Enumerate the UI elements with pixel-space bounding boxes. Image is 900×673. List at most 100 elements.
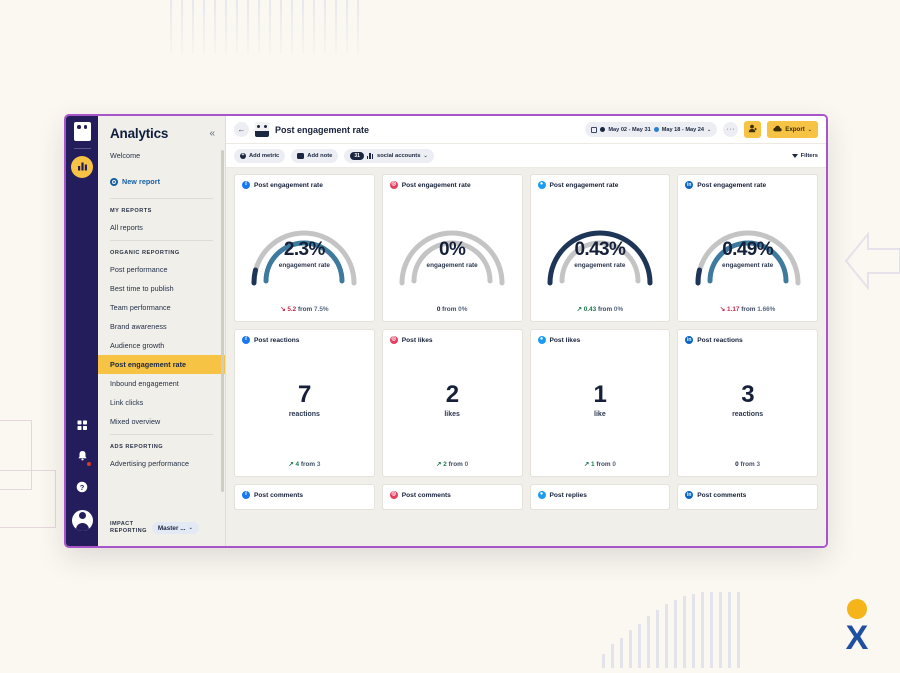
sidebar-item-new-report[interactable]: New report	[98, 168, 225, 195]
top-toolbar: ← Post engagement rate May 02 - May 31 M…	[226, 116, 826, 144]
grid-apps-icon	[77, 418, 88, 436]
sidebar-section-organic-reporting: ORGANIC REPORTING	[110, 250, 180, 256]
add-note-label: Add note	[307, 152, 333, 159]
sidebar-item-welcome[interactable]: Welcome	[98, 149, 225, 168]
impact-heading-line-1: IMPACT	[110, 520, 134, 527]
card-title: Post engagement rate	[549, 181, 619, 189]
more-options-button[interactable]: ···	[723, 122, 739, 137]
card-title: Post engagement rate	[254, 181, 323, 189]
sidebar-item-inbound-engagement[interactable]: Inbound engagement	[98, 374, 225, 393]
sidebar-item-team-performance[interactable]: Team performance	[98, 298, 225, 317]
sidebar-item-link-clicks[interactable]: Link clicks	[98, 393, 225, 412]
add-metric-button[interactable]: + Add metric	[234, 148, 286, 163]
card-trend: 0 from 3	[685, 461, 810, 470]
number-card-row: f Post reactions 7 reactions ↗ 4 from 3	[234, 329, 818, 477]
sidebar-item-brand-awareness[interactable]: Brand awareness	[98, 317, 225, 336]
back-arrow-icon: ←	[237, 125, 246, 134]
card-title: Post engagement rate	[401, 181, 471, 189]
metric-card-instagram-post-likes[interactable]: ◎ Post likes 2 likes ↗ 2 from 0	[381, 329, 523, 477]
stripes-decoration-top	[170, 0, 360, 54]
sidebar-item-post-engagement-rate[interactable]: Post engagement rate	[98, 355, 225, 374]
metric-card-linkedin-post-comments[interactable]: in Post comments	[677, 484, 818, 510]
export-label: Export	[785, 126, 805, 133]
sidebar-item-best-time-to-publish[interactable]: Best time to publish	[98, 279, 225, 298]
card-title: Post likes	[401, 336, 433, 344]
linkedin-icon: in	[685, 491, 694, 499]
note-icon	[297, 152, 305, 159]
metric-card-twitter-post-replies[interactable]: ● Post replies	[529, 484, 671, 510]
linkedin-icon: in	[685, 181, 694, 189]
social-accounts-selector[interactable]: 31 social accounts ⌄	[344, 148, 434, 163]
plus-icon: +	[240, 152, 246, 159]
card-header: in Post engagement rate	[685, 181, 810, 189]
gauge-value: 0.43%	[574, 238, 626, 260]
sidebar-section-ads-reporting: ADS REPORTING	[110, 444, 164, 450]
metric-unit-label: reactions	[732, 411, 764, 418]
share-button[interactable]	[744, 121, 762, 138]
metric-card-instagram-post-comments[interactable]: ◎ Post comments	[381, 484, 523, 510]
main-panel: ← Post engagement rate May 02 - May 31 M…	[226, 116, 826, 546]
metric-card-linkedin-post-reactions[interactable]: in Post reactions 3 reactions 0 from 3	[677, 329, 818, 477]
rail-item-analytics[interactable]	[71, 156, 93, 178]
metric-unit-label: reactions	[288, 410, 320, 418]
facebook-icon: f	[242, 336, 250, 344]
app-window: ? Analytics « Welcome New report MY REPO…	[64, 114, 828, 548]
sidebar-item-audience-growth[interactable]: Audience growth	[98, 336, 225, 355]
sidebar-item-advertising-performance[interactable]: Advertising performance	[98, 454, 225, 473]
rail-item-apps[interactable]	[71, 416, 93, 438]
filters-label: Filters	[800, 152, 818, 159]
gauge-unit-label: engagement rate	[722, 261, 774, 269]
sidebar-item-all-reports[interactable]: All reports	[98, 218, 225, 237]
metric-card-linkedin-engagement-rate[interactable]: in Post engagement rate 0.49% engagement…	[677, 174, 818, 322]
card-title: Post replies	[549, 491, 587, 499]
metric-card-twitter-engagement-rate[interactable]: ● Post engagement rate 0.43% engagement …	[529, 174, 671, 322]
number-value-group: 3 reactions	[685, 344, 810, 461]
owl-logo-icon[interactable]	[73, 122, 91, 141]
instagram-icon: ◎	[389, 491, 398, 499]
metric-card-instagram-engagement-rate[interactable]: ◎ Post engagement rate 0% engagement rat…	[381, 174, 523, 322]
trend-from-value: 0	[612, 461, 616, 468]
card-trend: ↗ 1 from 0	[538, 460, 663, 470]
sidebar-item-new-report-label: New report	[122, 177, 161, 186]
gauge-value: 2.3%	[283, 238, 326, 260]
card-header: f Post reactions	[242, 336, 367, 344]
filters-button[interactable]: Filters	[791, 152, 818, 159]
add-note-button[interactable]: Add note	[291, 148, 339, 163]
card-header: ● Post replies	[537, 491, 663, 499]
card-title: Post likes	[549, 336, 581, 344]
sidebar-item-mixed-overview[interactable]: Mixed overview	[98, 412, 225, 431]
metric-card-facebook-post-reactions[interactable]: f Post reactions 7 reactions ↗ 4 from 3	[234, 329, 375, 477]
back-button[interactable]: ←	[234, 122, 249, 137]
metric-value: 1	[593, 380, 607, 408]
gauge: 0.43% engagement rate	[538, 189, 663, 305]
trend-from-value: 0%	[458, 306, 468, 313]
date-range-selector[interactable]: May 02 - May 31 May 18 - May 24 ⌄	[585, 122, 718, 137]
sidebar-item-post-performance[interactable]: Post performance	[98, 260, 225, 279]
metric-card-facebook-post-comments[interactable]: f Post comments	[234, 484, 375, 510]
metric-card-facebook-engagement-rate[interactable]: f Post engagement rate 2.3% engagement r…	[234, 174, 375, 322]
svg-text:?: ?	[80, 483, 85, 492]
gauge: 2.3% engagement rate	[242, 189, 367, 305]
trend-from-word: from	[298, 306, 313, 313]
rail-item-profile[interactable]	[71, 509, 93, 531]
chevron-down-icon: ⌄	[706, 126, 712, 133]
impact-master-dropdown[interactable]: Master ... ⌄	[151, 522, 199, 535]
sidebar-collapse-button[interactable]: «	[209, 128, 215, 139]
card-title: Post comments	[697, 491, 747, 499]
card-trend: ↗ 4 from 3	[242, 460, 367, 470]
filter-funnel-icon	[791, 153, 798, 158]
card-title: Post reactions	[254, 336, 300, 344]
sidebar-scrollbar[interactable]	[221, 150, 224, 492]
stripes-decoration-bottom	[600, 592, 770, 668]
box-decoration-left-1	[0, 420, 32, 490]
card-header: f Post engagement rate	[242, 181, 367, 189]
date-range-primary: May 02 - May 31	[608, 126, 651, 133]
trend-delta: 0	[436, 306, 441, 313]
export-button[interactable]: Export ⌄	[767, 121, 818, 138]
number-value-group: 1 like	[538, 344, 663, 460]
trend-from-value: 3	[756, 461, 761, 468]
metric-card-twitter-post-likes[interactable]: ● Post likes 1 like ↗ 1 from 0	[529, 329, 671, 477]
trend-arrow-icon: ↗	[576, 306, 582, 313]
rail-item-notifications[interactable]	[71, 447, 93, 469]
rail-item-help[interactable]: ?	[71, 478, 93, 500]
